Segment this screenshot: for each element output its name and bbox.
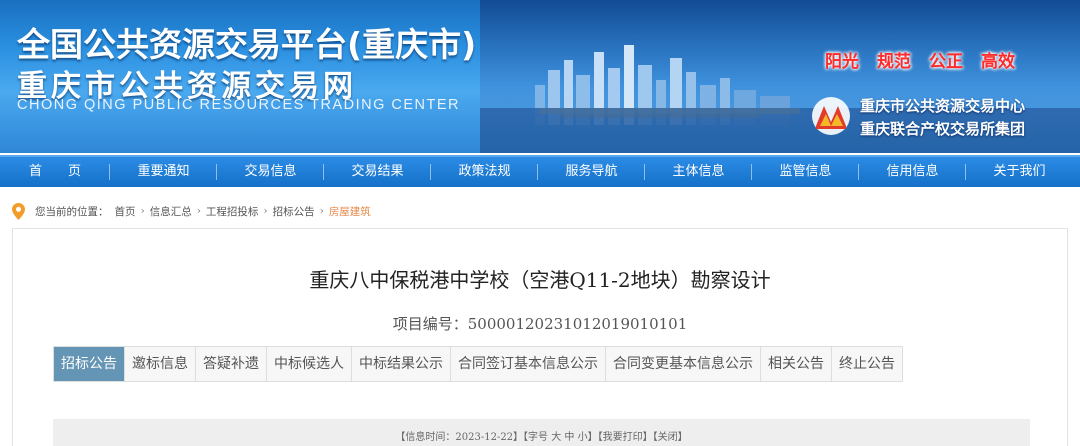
slogan-4: 高效 — [981, 52, 1015, 72]
header-banner: 全国公共资源交易平台(重庆市) 重庆市公共资源交易网 CHONG QING PU… — [0, 0, 1080, 153]
font-size-small-button[interactable]: 小】 — [578, 432, 598, 443]
slogan-3: 公正 — [929, 52, 963, 72]
nav-about-us[interactable]: 关于我们 — [966, 157, 1073, 187]
nav-important-notice[interactable]: 重要通知 — [110, 157, 217, 187]
info-time: 【信息时间：2023-12-22】 — [395, 432, 524, 443]
article-panel: 重庆八中保税港中学校（空港Q11-2地块）勘察设计 项目编号：500001202… — [12, 228, 1068, 446]
font-size-label: 【字号 — [523, 432, 549, 443]
nav-supervision-info[interactable]: 监管信息 — [752, 157, 859, 187]
breadcrumb-separator: › — [140, 205, 145, 217]
breadcrumb-separator: › — [196, 205, 201, 217]
site-title-english: CHONG QING PUBLIC RESOURCES TRADING CENT… — [17, 97, 461, 113]
tab-termination-notice[interactable]: 终止公告 — [832, 347, 903, 381]
project-number: 项目编号：50000120231012019010101 — [13, 313, 1067, 334]
breadcrumb-current[interactable]: 房屋建筑 — [329, 204, 371, 219]
nav-trade-info[interactable]: 交易信息 — [217, 157, 324, 187]
slogan-2: 规范 — [877, 52, 911, 72]
map-pin-icon — [12, 202, 25, 220]
nav-home[interactable]: 首 页 — [0, 157, 110, 187]
close-button[interactable]: 【关闭】 — [653, 432, 688, 443]
tab-qa-supplement[interactable]: 答疑补遗 — [196, 347, 267, 381]
breadcrumb-item-tender-notice[interactable]: 招标公告 — [273, 204, 315, 219]
tab-related-notices[interactable]: 相关公告 — [761, 347, 832, 381]
breadcrumb: 您当前的位置： 首页 › 信息汇总 › 工程招投标 › 招标公告 › 房屋建筑 — [12, 202, 371, 220]
nav-trade-results[interactable]: 交易结果 — [324, 157, 431, 187]
breadcrumb-item-home[interactable]: 首页 — [115, 204, 136, 219]
project-number-value: 50000120231012019010101 — [467, 315, 688, 333]
tab-contract-change[interactable]: 合同变更基本信息公示 — [606, 347, 761, 381]
center-name-2: 重庆联合产权交易所集团 — [860, 120, 1026, 138]
tab-tender-notice[interactable]: 招标公告 — [54, 347, 125, 381]
tab-winning-candidates[interactable]: 中标候选人 — [267, 347, 352, 381]
nav-policies[interactable]: 政策法规 — [431, 157, 538, 187]
breadcrumb-separator: › — [263, 205, 268, 217]
nav-service-guide[interactable]: 服务导航 — [538, 157, 645, 187]
slogans: 阳光 规范 公正 高效 — [825, 47, 1015, 72]
main-nav: 首 页 重要通知 交易信息 交易结果 政策法规 服务导航 主体信息 监管信息 信… — [0, 155, 1080, 187]
trading-center-logo-icon — [812, 97, 850, 135]
print-button[interactable]: 【我要打印】 — [598, 432, 653, 443]
page: 全国公共资源交易平台(重庆市) 重庆市公共资源交易网 CHONG QING PU… — [0, 0, 1080, 446]
font-size-medium-button[interactable]: 中 — [564, 432, 574, 443]
article-title: 重庆八中保税港中学校（空港Q11-2地块）勘察设计 — [309, 268, 771, 292]
site-title: 全国公共资源交易平台(重庆市) — [17, 25, 477, 64]
font-size-large-button[interactable]: 大 — [551, 432, 561, 443]
tab-invitation-info[interactable]: 邀标信息 — [125, 347, 196, 381]
notice-tabs: 招标公告 邀标信息 答疑补遗 中标候选人 中标结果公示 合同签订基本信息公示 合… — [53, 346, 903, 382]
tab-contract-signing[interactable]: 合同签订基本信息公示 — [451, 347, 606, 381]
breadcrumb-item-engineering[interactable]: 工程招投标 — [206, 204, 259, 219]
center-name-1: 重庆市公共资源交易中心 — [860, 97, 1026, 115]
breadcrumb-prefix: 您当前的位置： — [35, 205, 109, 218]
nav-credit-info[interactable]: 信用信息 — [859, 157, 966, 187]
breadcrumb-item-summary[interactable]: 信息汇总 — [150, 204, 192, 219]
tab-winning-results[interactable]: 中标结果公示 — [352, 347, 451, 381]
breadcrumb-separator: › — [319, 205, 324, 217]
info-bar: 【信息时间：2023-12-22】【字号 大 中 小】【我要打印】【关闭】 — [53, 419, 1030, 446]
project-number-label: 项目编号： — [392, 315, 468, 333]
slogan-1: 阳光 — [825, 52, 859, 72]
nav-entity-info[interactable]: 主体信息 — [645, 157, 752, 187]
